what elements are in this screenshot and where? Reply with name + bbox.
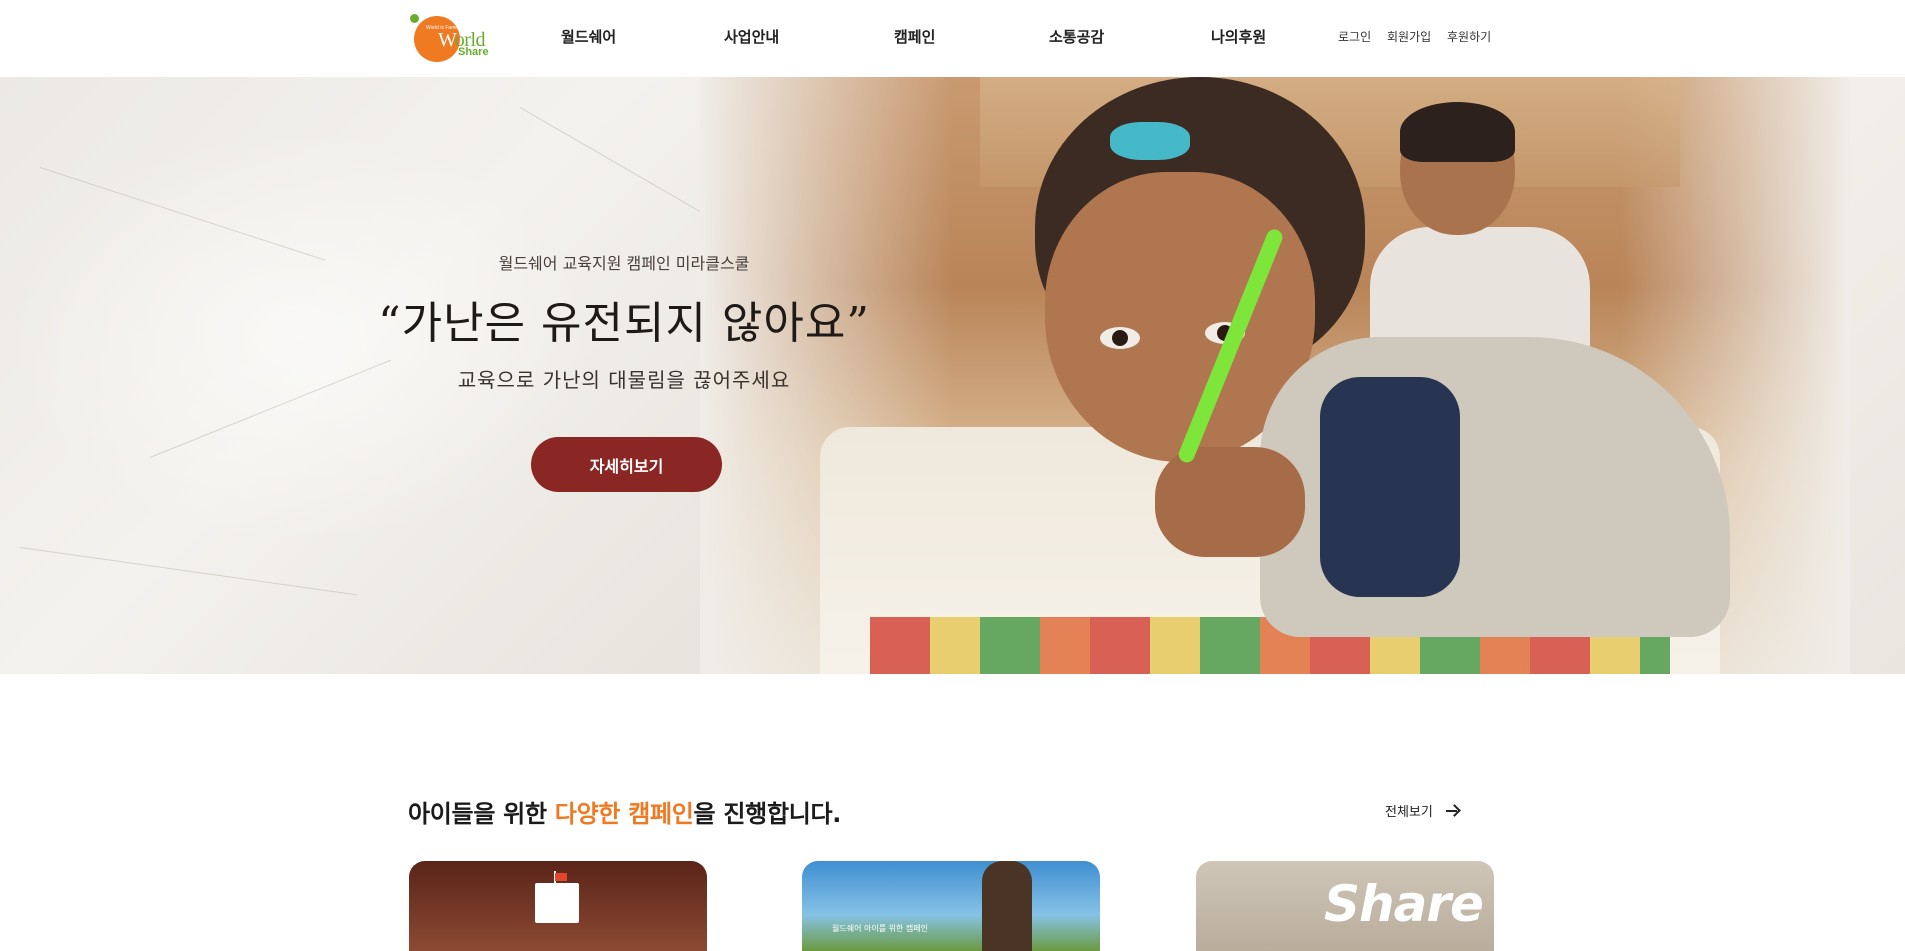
signup-link[interactable]: 회원가입	[1387, 28, 1431, 45]
photo-sleeve	[1320, 377, 1460, 597]
nav-item-community[interactable]: 소통공감	[1049, 26, 1104, 47]
nav-item-campaign[interactable]: 캠페인	[894, 26, 935, 47]
card-caption: 월드쉐어 아이를 위한 캠페인	[832, 924, 928, 933]
logo-dot	[410, 14, 419, 23]
view-all-label: 전체보기	[1385, 805, 1433, 820]
card-share-word: Share	[1324, 875, 1484, 933]
hero-title: “가난은 유전되지 않아요”	[378, 298, 870, 349]
paper-crease	[39, 167, 326, 261]
login-link[interactable]: 로그인	[1338, 28, 1371, 45]
nav-item-worldshare[interactable]: 월드쉐어	[561, 26, 616, 47]
main-nav: 월드쉐어 사업안내 캠페인 소통공감 나의후원	[0, 26, 1905, 48]
photo-girl-eye	[1100, 327, 1140, 349]
campaign-card-child[interactable]: 월드쉐어 아이를 위한 캠페인	[802, 861, 1100, 951]
site-header: World is Family Share it World Share 월드쉐…	[0, 0, 1905, 77]
photo-hand	[1155, 447, 1305, 557]
campaign-section-title: 아이들을 위한 다양한 캠페인을 진행합니다.	[408, 800, 842, 828]
school-building-icon	[535, 883, 579, 923]
title-highlight: 다양한 캠페인	[554, 800, 694, 828]
donate-link[interactable]: 후원하기	[1447, 28, 1491, 45]
hero-banner: 월드쉐어 교육지원 캠페인 미라클스쿨 “가난은 유전되지 않아요” 교육으로 …	[0, 77, 1905, 674]
hero-detail-button[interactable]: 자세히보기	[531, 437, 722, 492]
photo-hair-clip	[1110, 122, 1190, 160]
arrow-right-icon	[1445, 804, 1459, 818]
nav-item-my-donation[interactable]: 나의후원	[1211, 26, 1266, 47]
hero-subtitle: 월드쉐어 교육지원 캠페인 미라클스쿨	[498, 254, 750, 273]
card-child-figure	[982, 861, 1032, 951]
campaign-card-school[interactable]	[409, 861, 707, 951]
paper-crease	[19, 547, 357, 596]
photo-boy-hair	[1400, 102, 1515, 162]
flag-icon	[555, 873, 567, 881]
campaign-card-share[interactable]: Share	[1196, 861, 1494, 951]
hero-description: 교육으로 가난의 대물림을 끊어주세요	[457, 368, 791, 392]
nav-item-business[interactable]: 사업안내	[724, 26, 779, 47]
view-all-link[interactable]: 전체보기	[1385, 801, 1459, 820]
paper-crease	[519, 107, 729, 228]
